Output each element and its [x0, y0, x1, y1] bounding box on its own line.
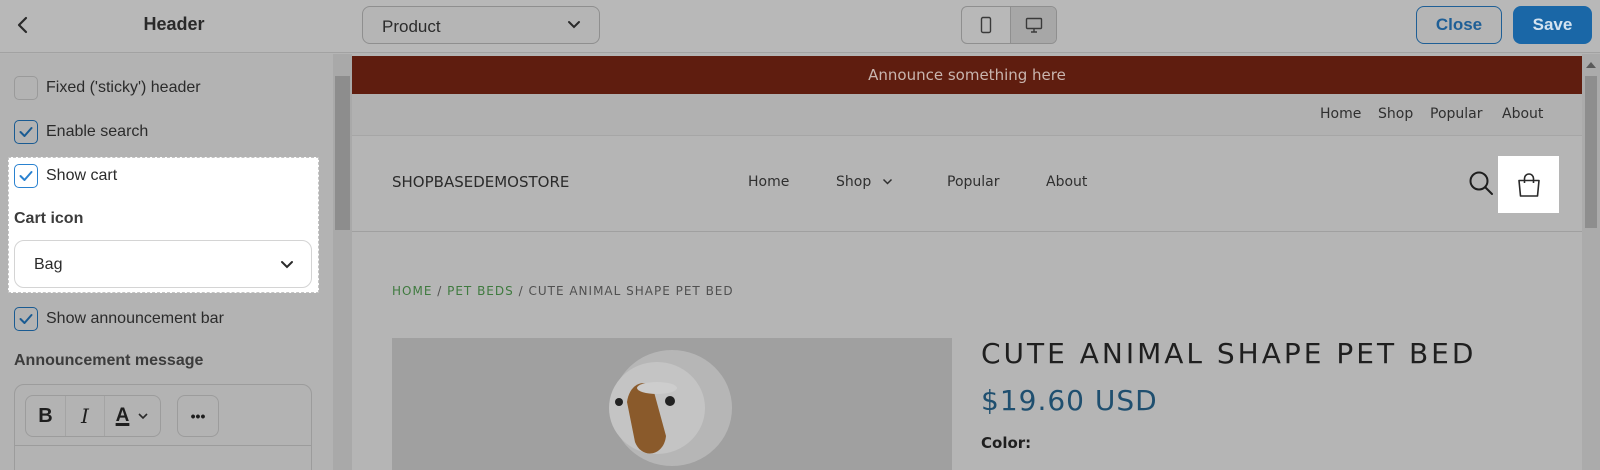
cart-icon-value: Bag	[34, 256, 63, 273]
store-preview: Announce something here Home Shop Popula…	[352, 54, 1582, 470]
enable-search-label: Enable search	[46, 123, 149, 140]
main-nav-shop[interactable]: Shop	[836, 174, 893, 190]
cart-icon-select[interactable]: Bag	[14, 240, 312, 288]
panel-title: Header	[143, 14, 205, 34]
checkmark-icon	[19, 171, 33, 181]
main-nav-popular[interactable]: Popular	[947, 174, 1000, 190]
store-logo[interactable]: SHOPBASEDEMOSTORE	[392, 173, 569, 191]
announcement-editor: B I A •••	[14, 384, 312, 470]
main-nav-shop-label: Shop	[836, 174, 872, 190]
settings-scrollbar[interactable]	[333, 54, 352, 470]
chevron-down-icon	[882, 178, 892, 185]
product-title: CUTE ANIMAL SHAPE PET BED	[981, 337, 1477, 370]
top-nav-shop[interactable]: Shop	[1378, 106, 1413, 122]
breadcrumb-category[interactable]: PET BEDS	[447, 284, 514, 298]
main-header: SHOPBASEDEMOSTORE Home Shop Popular Abou…	[352, 137, 1582, 232]
top-nav-about[interactable]: About	[1502, 106, 1543, 122]
back-button[interactable]	[12, 12, 34, 38]
product-image[interactable]	[392, 338, 952, 470]
breadcrumb-separator: /	[437, 284, 443, 298]
show-cart-checkbox[interactable]	[14, 164, 38, 188]
rte-format-group: B I A	[25, 395, 161, 437]
announcement-message-label: Announcement message	[14, 352, 204, 369]
close-button[interactable]: Close	[1416, 6, 1502, 44]
main-nav-home[interactable]: Home	[748, 174, 789, 190]
desktop-icon	[1025, 17, 1043, 33]
product-price: $19.60 USD	[981, 384, 1158, 417]
search-icon[interactable]	[1468, 170, 1496, 198]
device-toggle	[961, 6, 1057, 44]
preview-scrollbar-thumb[interactable]	[1585, 76, 1597, 228]
more-options-button[interactable]: •••	[178, 396, 218, 436]
color-option-label: Color:	[981, 434, 1032, 452]
checkmark-icon	[19, 314, 33, 324]
cart-button[interactable]	[1498, 156, 1559, 213]
enable-search-checkbox[interactable]	[14, 120, 38, 144]
rte-more-group: •••	[177, 395, 219, 437]
show-announcement-option[interactable]: Show announcement bar	[14, 306, 224, 332]
duck-plush-image	[392, 338, 952, 470]
save-button[interactable]: Save	[1513, 6, 1592, 44]
top-navigation: Home Shop Popular About	[352, 94, 1582, 136]
editor-topbar: Header Product Close Save	[0, 0, 1600, 53]
mobile-icon	[980, 16, 991, 34]
sticky-header-option[interactable]: Fixed ('sticky') header	[14, 75, 201, 101]
page-template-select[interactable]: Product	[362, 6, 600, 44]
chevron-down-icon	[281, 261, 293, 269]
bag-icon	[1517, 172, 1540, 197]
text-color-icon: A	[115, 405, 130, 426]
sticky-header-checkbox[interactable]	[14, 76, 38, 100]
breadcrumb: HOME / PET BEDS / CUTE ANIMAL SHAPE PET …	[392, 284, 734, 298]
chevron-left-icon	[17, 16, 28, 34]
italic-button[interactable]: I	[65, 396, 104, 436]
chevron-down-icon	[138, 413, 148, 420]
preview-scrollbar[interactable]	[1582, 54, 1600, 470]
enable-search-option[interactable]: Enable search	[14, 119, 148, 145]
announcement-bar[interactable]: Announce something here	[352, 56, 1582, 94]
top-nav-home[interactable]: Home	[1320, 106, 1361, 122]
text-color-button[interactable]: A	[104, 396, 160, 436]
checkmark-icon	[19, 127, 33, 137]
page-template-value: Product	[382, 17, 441, 36]
editor-divider	[15, 445, 311, 446]
show-cart-option[interactable]: Show cart	[14, 163, 117, 189]
show-announcement-checkbox[interactable]	[14, 307, 38, 331]
mobile-view-button[interactable]	[962, 7, 1009, 43]
settings-scrollbar-thumb[interactable]	[335, 76, 350, 230]
scroll-up-arrow[interactable]	[1586, 62, 1596, 68]
breadcrumb-home[interactable]: HOME	[392, 284, 432, 298]
breadcrumb-separator: /	[518, 284, 524, 298]
cart-icon-label: Cart icon	[14, 210, 84, 227]
main-nav-about[interactable]: About	[1046, 174, 1087, 190]
bold-button[interactable]: B	[26, 396, 65, 436]
breadcrumb-current: CUTE ANIMAL SHAPE PET BED	[528, 284, 734, 298]
show-announcement-label: Show announcement bar	[46, 310, 224, 327]
show-cart-label: Show cart	[46, 167, 118, 184]
chevron-down-icon	[568, 21, 580, 29]
sticky-header-label: Fixed ('sticky') header	[46, 79, 201, 96]
desktop-view-button[interactable]	[1010, 7, 1056, 43]
top-nav-popular[interactable]: Popular	[1430, 106, 1483, 122]
